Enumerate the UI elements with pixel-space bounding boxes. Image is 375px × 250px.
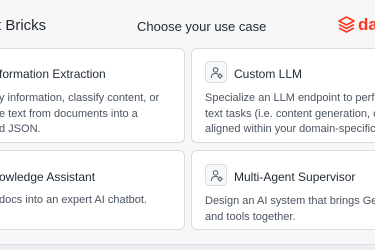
card-description-line: aligned within your domain-specific g bbox=[205, 123, 375, 135]
card-description-line: y information, classify content, or bbox=[0, 92, 160, 104]
card-description-line: Specialize an LLM endpoint to perforr bbox=[205, 92, 375, 104]
card-description-line: Design an AI system that brings Genie bbox=[205, 195, 375, 207]
brand-logo: da bbox=[338, 14, 375, 36]
use-case-picker: t Bricks Choose your use case da formati… bbox=[0, 0, 375, 250]
card-information-extraction[interactable]: formation Extraction y information, clas… bbox=[0, 48, 185, 143]
card-description: y information, classify content, or e te… bbox=[0, 91, 159, 138]
card-multi-agent-supervisor[interactable]: Multi-Agent Supervisor Design an AI syst… bbox=[191, 150, 375, 230]
card-title: owledge Assistant bbox=[0, 170, 96, 184]
card-knowledge-assistant[interactable]: owledge Assistant docs into an expert AI… bbox=[0, 150, 185, 230]
footer-divider bbox=[0, 244, 375, 250]
card-description-line: text tasks (i.e. content generation, ch bbox=[205, 107, 375, 120]
card-description: Specialize an LLM endpoint to perforr te… bbox=[205, 91, 375, 138]
user-gear-icon bbox=[205, 61, 227, 83]
header: t Bricks Choose your use case da bbox=[0, 0, 375, 40]
brand-logo-text: da bbox=[358, 15, 375, 34]
card-description: docs into an expert AI chatbot. bbox=[0, 193, 147, 209]
app-title: t Bricks bbox=[0, 17, 47, 34]
card-description: Design an AI system that brings Genie an… bbox=[205, 194, 375, 225]
card-title: Custom LLM bbox=[234, 67, 303, 81]
brand-logo-icon bbox=[338, 16, 355, 33]
card-description-line: and tools together. bbox=[205, 210, 296, 223]
page-subtitle: Choose your use case bbox=[137, 19, 267, 34]
card-description-line: e text from documents into a bbox=[0, 107, 138, 120]
card-description-line: docs into an expert AI chatbot. bbox=[0, 194, 147, 206]
card-description-line: d JSON. bbox=[0, 123, 41, 135]
card-title: formation Extraction bbox=[0, 67, 106, 81]
card-custom-llm[interactable]: Custom LLM Specialize an LLM endpoint to… bbox=[191, 48, 375, 143]
user-gear-icon bbox=[205, 164, 227, 186]
card-title: Multi-Agent Supervisor bbox=[234, 170, 356, 184]
